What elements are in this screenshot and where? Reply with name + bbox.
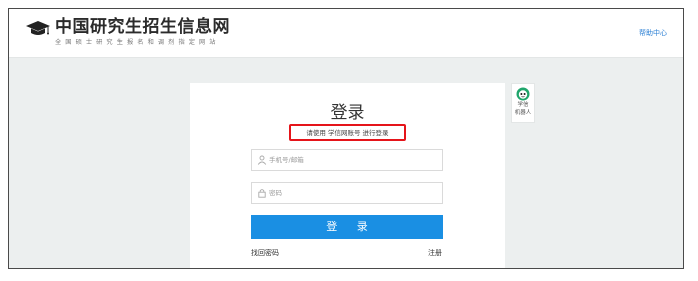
browser-viewport: 中国研究生招生信息网 全国硕士研究生报名和调剂指定网站 帮助中心 登录 请使用 … — [8, 8, 684, 269]
chat-robot-widget[interactable]: 学信 机器人 — [511, 83, 535, 123]
phone-email-input[interactable] — [269, 150, 439, 170]
password-input[interactable] — [269, 183, 439, 203]
lock-icon — [258, 189, 266, 198]
robot-label-line2: 机器人 — [514, 110, 532, 116]
forgot-password-link[interactable]: 找回密码 — [251, 248, 279, 258]
robot-icon — [516, 87, 530, 101]
phone-email-field[interactable] — [251, 149, 443, 171]
help-center-link[interactable]: 帮助中心 — [639, 28, 667, 38]
site-subtitle: 全国硕士研究生报名和调剂指定网站 — [55, 39, 220, 46]
login-button[interactable]: 登 录 — [251, 215, 443, 239]
register-link[interactable]: 注册 — [428, 248, 442, 258]
site-header: 中国研究生招生信息网 全国硕士研究生报名和调剂指定网站 帮助中心 — [9, 9, 683, 58]
site-logo[interactable]: 中国研究生招生信息网 全国硕士研究生报名和调剂指定网站 — [25, 17, 230, 47]
site-title: 中国研究生招生信息网 — [55, 17, 230, 37]
graduation-cap-icon — [26, 21, 50, 35]
password-field[interactable] — [251, 182, 443, 204]
login-hint: 请使用 学信网账号 进行登录 — [306, 129, 389, 137]
user-icon — [257, 155, 267, 165]
login-title: 登录 — [330, 103, 365, 123]
login-panel: 登录 请使用 学信网账号 进行登录 登 录 找回密码 注册 — [190, 83, 505, 268]
robot-label-line1: 学信 — [517, 102, 529, 108]
